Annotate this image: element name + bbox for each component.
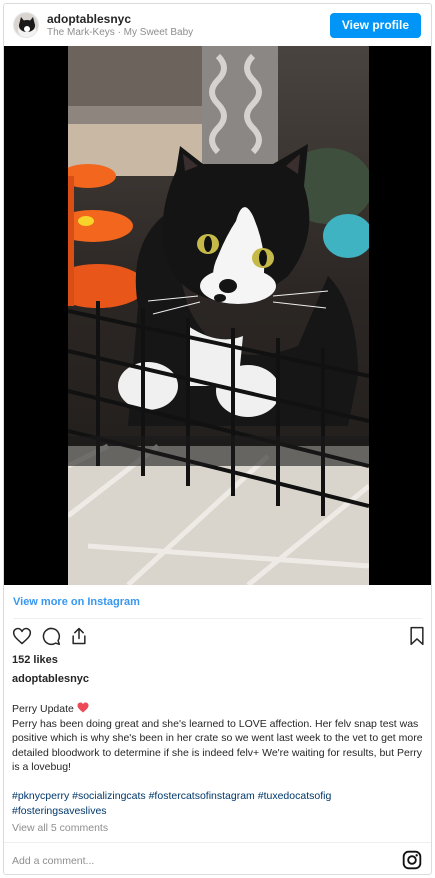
heart-emoji-icon [77,702,89,713]
comment-bar [4,842,431,874]
heart-icon[interactable] [12,626,32,646]
caption-title: Perry Update [12,703,74,715]
cat-photo [68,46,369,585]
likes-count[interactable]: 152 likes [12,654,58,666]
hashtag-link[interactable]: #socializingcats [72,790,146,802]
view-all-comments-link[interactable]: View all 5 comments [12,822,108,834]
view-more-link[interactable]: View more on Instagram [13,596,140,608]
instagram-logo-icon[interactable] [402,850,422,870]
share-icon[interactable] [69,626,89,646]
caption: Perry Update Perry has been doing great … [12,702,424,775]
comment-icon[interactable] [41,626,61,646]
post-media[interactable] [4,46,431,585]
avatar[interactable] [13,12,39,38]
bookmark-icon[interactable] [407,626,427,646]
caption-username[interactable]: adoptablesnyc [12,673,89,685]
hashtag-link[interactable]: #fosteringsaveslives [12,805,107,817]
instagram-embed-card: adoptablesnyc The Mark-Keys · My Sweet B… [3,3,432,875]
post-subtitle[interactable]: The Mark-Keys · My Sweet Baby [47,27,193,38]
view-profile-button[interactable]: View profile [329,13,421,38]
username[interactable]: adoptablesnyc [47,12,131,26]
divider [13,618,422,619]
hashtag-link[interactable]: #fostercatsofinstagram [149,790,255,802]
post-header: adoptablesnyc The Mark-Keys · My Sweet B… [4,4,431,46]
caption-body: Perry has been doing great and she's lea… [12,717,423,774]
comment-input[interactable] [12,852,372,870]
hashtag-link[interactable]: #tuxedocatsofig [258,790,332,802]
hashtags: #pknycperry #socializingcats #fostercats… [12,789,424,818]
hashtag-link[interactable]: #pknycperry [12,790,69,802]
